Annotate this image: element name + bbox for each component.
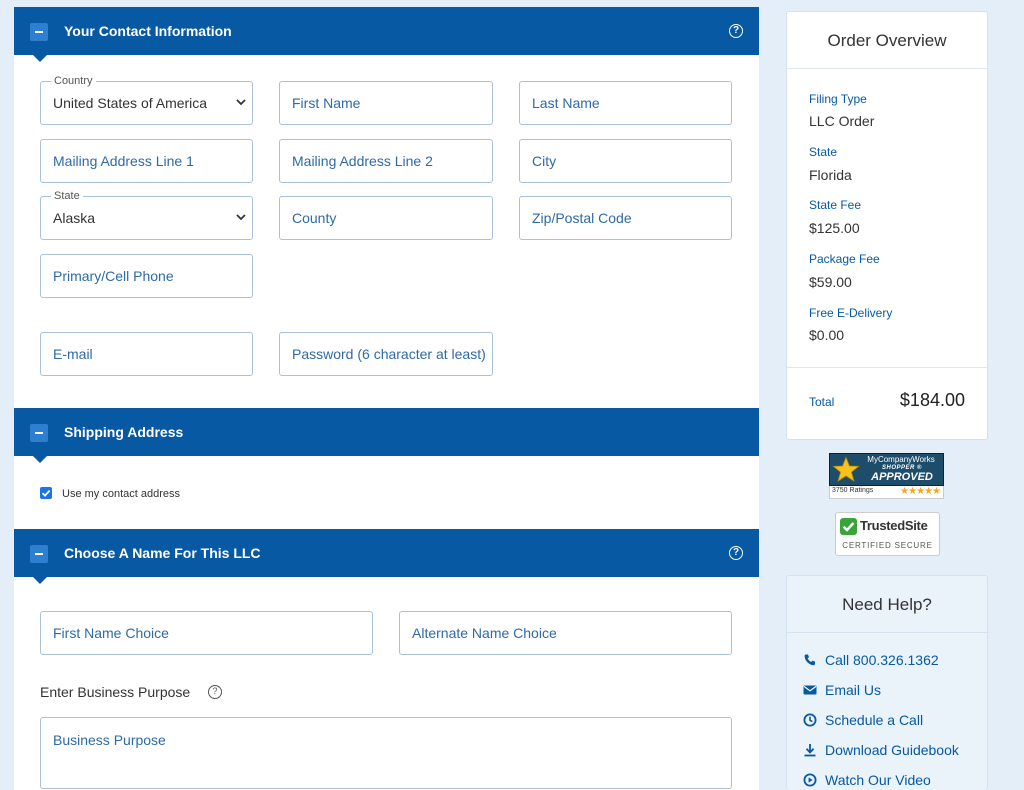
trustedsite-name: TrustedSite	[860, 518, 928, 533]
help-icon[interactable]: ?	[208, 685, 222, 699]
email-label: Email Us	[825, 682, 882, 698]
first-name-placeholder: First Name	[292, 95, 361, 111]
need-help-card: Need Help? Call 800.326.1362 Email Us Sc…	[786, 575, 988, 790]
state-fee-value: $125.00	[809, 220, 860, 236]
play-circle-icon	[803, 773, 817, 787]
password-placeholder: Password (6 character at least)	[292, 346, 486, 362]
shopper-brand: MyCompanyWorks	[867, 455, 935, 464]
state-select[interactable]: State Alaska	[40, 190, 253, 240]
shopper-approved-badge[interactable]: MyCompanyWorks SHOPPER ® APPROVED 3750 R…	[829, 453, 944, 499]
email-placeholder: E-mail	[53, 346, 93, 362]
address-line1-input[interactable]: Mailing Address Line 1	[40, 139, 253, 183]
total-value: $184.00	[899, 390, 965, 410]
header-notch	[33, 577, 47, 584]
header-notch	[33, 55, 47, 62]
need-help-title: Need Help?	[842, 595, 932, 614]
shopper-ratings-bar: 3750 Ratings ★★★★★	[829, 486, 944, 499]
first-name-choice-input[interactable]: First Name Choice	[40, 611, 373, 655]
state-value: Florida	[809, 167, 852, 183]
e-delivery-label: Free E-Delivery	[809, 306, 893, 320]
package-fee-label: Package Fee	[809, 252, 880, 266]
collapse-icon[interactable]	[30, 545, 48, 563]
order-overview-card: Order Overview Filing Type LLC Order Sta…	[786, 11, 988, 440]
zip-input[interactable]: Zip/Postal Code	[519, 196, 732, 240]
email-input[interactable]: E-mail	[40, 332, 253, 376]
certified-secure-label: CERTIFIED SECURE	[842, 541, 933, 550]
rating-stars: ★★★★★	[900, 486, 941, 497]
city-placeholder: City	[532, 153, 557, 169]
last-name-input[interactable]: Last Name	[519, 81, 732, 125]
collapse-icon[interactable]	[30, 424, 48, 442]
last-name-placeholder: Last Name	[532, 95, 600, 111]
filing-type-value: LLC Order	[809, 113, 875, 129]
divider	[787, 632, 987, 633]
shopper-approved-banner: MyCompanyWorks SHOPPER ® APPROVED	[829, 453, 944, 486]
approved-label: APPROVED	[871, 471, 933, 483]
business-purpose-placeholder: Business Purpose	[53, 732, 166, 748]
e-delivery-value: $0.00	[809, 327, 845, 343]
check-icon	[840, 518, 857, 535]
order-form-panel: Your Contact Information ? Country Unite…	[14, 7, 759, 790]
city-input[interactable]: City	[519, 139, 732, 183]
star-icon	[832, 456, 860, 482]
download-guidebook-label: Download Guidebook	[825, 742, 959, 758]
llc-name-section-title: Choose A Name For This LLC	[64, 545, 261, 561]
contact-section-title: Your Contact Information	[64, 23, 232, 39]
state-value: Alaska	[53, 210, 96, 226]
total-label: Total	[809, 395, 835, 409]
address-line2-input[interactable]: Mailing Address Line 2	[279, 139, 493, 183]
ratings-count: 3750 Ratings	[832, 487, 874, 494]
header-notch	[33, 456, 47, 463]
business-purpose-textarea[interactable]: Business Purpose	[40, 717, 732, 789]
shipping-section-title: Shipping Address	[64, 424, 184, 440]
phone-placeholder: Primary/Cell Phone	[53, 268, 174, 284]
watch-video-label: Watch Our Video	[825, 772, 931, 788]
password-input[interactable]: Password (6 character at least)	[279, 332, 493, 376]
chevron-down-icon	[236, 210, 246, 224]
clock-icon	[803, 713, 817, 727]
divider	[787, 68, 987, 69]
package-fee-value: $59.00	[809, 274, 852, 290]
county-placeholder: County	[292, 210, 337, 226]
address-line2-placeholder: Mailing Address Line 2	[292, 153, 433, 169]
country-select[interactable]: Country United States of America	[40, 75, 253, 125]
llc-name-section-header[interactable]: Choose A Name For This LLC ?	[14, 529, 759, 584]
collapse-icon[interactable]	[30, 23, 48, 41]
shipping-section-header[interactable]: Shipping Address	[14, 408, 759, 463]
phone-icon	[803, 653, 817, 667]
filing-type-label: Filing Type	[809, 92, 867, 106]
divider	[787, 367, 987, 368]
country-value: United States of America	[53, 95, 208, 111]
phone-input[interactable]: Primary/Cell Phone	[40, 254, 253, 298]
use-contact-address-label: Use my contact address	[62, 488, 180, 500]
use-contact-address-checkbox[interactable]	[40, 487, 52, 499]
county-input[interactable]: County	[279, 196, 493, 240]
alternate-name-choice-placeholder: Alternate Name Choice	[412, 625, 557, 641]
trustedsite-badge[interactable]: TrustedSite CERTIFIED SECURE	[835, 512, 940, 556]
alternate-name-choice-input[interactable]: Alternate Name Choice	[399, 611, 732, 655]
first-name-input[interactable]: First Name	[279, 81, 493, 125]
business-purpose-label: Enter Business Purpose	[40, 684, 191, 700]
first-name-choice-placeholder: First Name Choice	[53, 625, 169, 641]
address-line1-placeholder: Mailing Address Line 1	[53, 153, 194, 169]
download-icon	[803, 743, 817, 757]
help-icon[interactable]: ?	[729, 24, 743, 38]
order-overview-title: Order Overview	[827, 31, 947, 50]
schedule-call-label: Schedule a Call	[825, 712, 924, 728]
call-label: Call 800.326.1362	[825, 652, 939, 668]
envelope-icon	[803, 683, 817, 697]
chevron-down-icon	[236, 95, 246, 109]
contact-section-header[interactable]: Your Contact Information ?	[14, 7, 759, 62]
help-icon[interactable]: ?	[729, 546, 743, 560]
state-label: State	[809, 145, 838, 159]
state-fee-label: State Fee	[809, 198, 862, 212]
zip-placeholder: Zip/Postal Code	[532, 210, 632, 226]
